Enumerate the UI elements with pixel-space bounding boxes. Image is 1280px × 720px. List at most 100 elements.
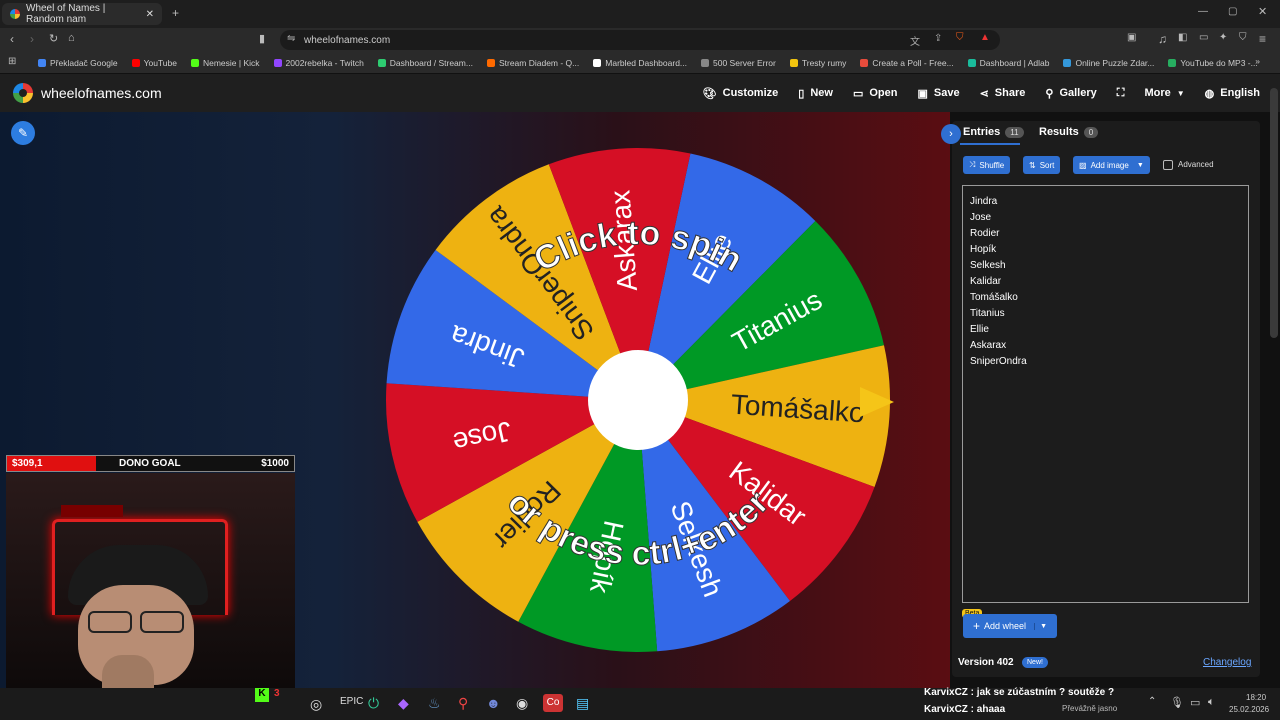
tab-title: Wheel of Names | Random nam bbox=[26, 3, 106, 25]
site-nav: 🎨︎ Customize ▯ New ▭ Open ▣ Save ⋖ Share ⚲ Gal… bbox=[703, 74, 1260, 112]
bookmark-item[interactable]: Dashboard | Adlab bbox=[967, 58, 1049, 68]
taskbar: K 3 ◎ EPIC ⏻ ◆ ♨ ⚲ ☻ ◉ Co ▤ KarvixCZ : j… bbox=[0, 687, 1280, 720]
add-wheel-button[interactable]: + Add wheel ▼ bbox=[963, 614, 1057, 638]
network-icon[interactable]: ▭ bbox=[1190, 696, 1200, 709]
page-scrollbar[interactable] bbox=[1270, 88, 1278, 338]
shuffle-button[interactable]: ⤨ Shuffle bbox=[963, 156, 1011, 174]
site-info-icon[interactable]: ⇋ bbox=[287, 33, 295, 44]
bookmark-favicon-icon bbox=[273, 58, 282, 67]
ai-icon[interactable]: ✦ bbox=[1219, 32, 1227, 43]
bookmark-item[interactable]: Stream Diadem - Q... bbox=[486, 58, 579, 68]
home-icon[interactable]: ⌂ bbox=[68, 32, 75, 44]
bookmark-item[interactable]: Nemesie | Kick bbox=[190, 58, 260, 68]
bookmark-item[interactable]: 500 Server Error bbox=[701, 58, 776, 68]
bookmark-item[interactable]: 2002rebelka - Twitch bbox=[273, 58, 364, 68]
gallery-button[interactable]: ⚲ Gallery bbox=[1045, 87, 1096, 100]
entries-textarea[interactable]: Jindra Jose Rodier Hopík Selkesh Kalidar Tomáš… bbox=[962, 185, 1249, 603]
browser-tab[interactable]: Wheel of Names | Random nam ✕ bbox=[2, 3, 162, 25]
epic-taskbar-icon[interactable]: EPIC bbox=[340, 696, 363, 707]
open-button[interactable]: ▭ Open bbox=[853, 87, 898, 100]
edit-title-button[interactable]: ✎ bbox=[11, 121, 35, 145]
maps-taskbar-icon[interactable]: ⚲ bbox=[458, 695, 468, 712]
share-page-icon[interactable]: ⇪ bbox=[934, 33, 942, 44]
new-tab-icon[interactable]: + bbox=[172, 6, 179, 20]
obs-taskbar-icon[interactable]: ◆ bbox=[398, 695, 409, 712]
entry-line: Tomášalko bbox=[970, 292, 1018, 303]
brave-rewards-icon[interactable]: ▲ bbox=[980, 32, 990, 43]
language-button[interactable]: ◍ English bbox=[1205, 87, 1260, 100]
app-taskbar-icon[interactable]: ⏻ bbox=[368, 695, 379, 712]
reload-icon[interactable]: ↻ bbox=[49, 32, 58, 45]
sort-button[interactable]: ⇅ Sort bbox=[1023, 156, 1061, 174]
translate-icon[interactable]: 文 bbox=[910, 33, 920, 48]
active-tab-indicator bbox=[960, 143, 1020, 145]
bookmark-item[interactable]: Dashboard / Stream... bbox=[377, 58, 473, 68]
add-image-button[interactable]: ▨ Add image ▼ bbox=[1073, 156, 1150, 174]
site-favicon-icon bbox=[10, 9, 20, 19]
fullscreen-button[interactable]: ⛶ bbox=[1117, 87, 1125, 100]
brave-shield-icon[interactable]: ⛉ bbox=[956, 32, 964, 43]
collapse-panel-button[interactable]: › bbox=[941, 124, 961, 144]
close-window-icon[interactable]: ✕ bbox=[1258, 5, 1267, 18]
media-icon[interactable]: ♫ bbox=[1158, 32, 1167, 46]
steam-taskbar-icon[interactable]: ♨ bbox=[428, 695, 441, 712]
new-button[interactable]: ▯ New bbox=[798, 87, 833, 100]
share-button[interactable]: ⋖ Share bbox=[980, 87, 1026, 100]
bookmark-item[interactable]: Marbled Dashboard... bbox=[593, 58, 687, 68]
bookmarks-bar: ⊞ Překladač Google YouTube Nemesie | Kick 2… bbox=[0, 52, 1280, 74]
more-button[interactable]: More ▼ bbox=[1144, 87, 1184, 99]
dono-target: $1000 bbox=[261, 458, 289, 469]
bookmark-item[interactable]: Online Puzzle Zdar... bbox=[1063, 58, 1154, 68]
menu-icon[interactable]: ≡ bbox=[1259, 32, 1266, 46]
maximize-icon[interactable]: ▢ bbox=[1228, 6, 1237, 17]
apps-grid-icon[interactable]: ⊞ bbox=[8, 56, 16, 67]
shuffle-icon: ⤨ bbox=[969, 160, 976, 169]
chrome-taskbar-icon[interactable]: ◎ bbox=[310, 696, 322, 713]
entry-line: Titanius bbox=[970, 308, 1005, 319]
back-icon[interactable]: ‹ bbox=[10, 32, 14, 46]
bookmark-label: Marbled Dashboard... bbox=[605, 57, 688, 68]
entry-line: SniperOndra bbox=[970, 356, 1027, 367]
customize-button[interactable]: 🎨︎ Customize bbox=[703, 87, 779, 100]
webcam-overlay bbox=[6, 473, 295, 688]
notepad-taskbar-icon[interactable]: ▤ bbox=[576, 695, 589, 712]
weather-text: Převážně jasno bbox=[1062, 704, 1118, 713]
wheel[interactable]: EllieTitaniusTomášalkoKalidarSelkeshHopí… bbox=[380, 140, 900, 660]
bookmarks-overflow-icon[interactable]: » bbox=[1255, 56, 1260, 66]
browser-taskbar-icon[interactable]: ◉ bbox=[516, 695, 528, 712]
minimize-icon[interactable]: — bbox=[1198, 6, 1208, 17]
bookmark-item[interactable]: YouTube do MP3 -... bbox=[1168, 58, 1258, 68]
mic-icon[interactable]: 🎙︎ bbox=[1170, 696, 1184, 709]
bookmark-favicon-icon bbox=[1063, 58, 1072, 67]
wallet-icon[interactable]: ▭ bbox=[1199, 32, 1208, 43]
sidebar-icon[interactable]: ◧ bbox=[1178, 32, 1187, 43]
tab-entries[interactable]: Entries 11 bbox=[963, 126, 1024, 138]
tray-chevron-icon[interactable]: ⌃ bbox=[1148, 696, 1156, 707]
bookmark-item[interactable]: Překladač Google bbox=[38, 58, 118, 68]
address-input[interactable]: ⇋ wheelofnames.com 文 ⇪ ⛉ ▲ bbox=[280, 30, 1000, 50]
chat-line-2: KarvixCZ : ahaaa bbox=[924, 704, 1006, 715]
advanced-checkbox[interactable] bbox=[1163, 160, 1173, 170]
bookmark-icon[interactable]: ▮ bbox=[259, 32, 265, 45]
entry-line: Ellie bbox=[970, 324, 989, 335]
site-logo-text[interactable]: wheelofnames.com bbox=[41, 85, 162, 101]
dono-current: $309,1 bbox=[12, 458, 43, 469]
browser-toolbar: ‹ › ↻ ⌂ ▮ ⇋ wheelofnames.com 文 ⇪ ⛉ ▲ ▣ ♫… bbox=[0, 28, 1280, 52]
save-button[interactable]: ▣ Save bbox=[917, 87, 959, 100]
volume-icon[interactable]: 🔈︎ bbox=[1208, 696, 1215, 709]
discord-taskbar-icon[interactable]: ☻ bbox=[486, 695, 501, 711]
close-tab-icon[interactable]: ✕ bbox=[146, 9, 154, 20]
vpn-icon[interactable]: ⛉ bbox=[1239, 32, 1247, 43]
bookmark-label: Překladač Google bbox=[50, 57, 118, 68]
bookmark-item[interactable]: Tresty rumy bbox=[789, 58, 846, 68]
changelog-link[interactable]: Changelog bbox=[1203, 657, 1251, 668]
tab-results[interactable]: Results 0 bbox=[1039, 126, 1099, 138]
forward-icon[interactable]: › bbox=[30, 32, 34, 46]
bookmark-favicon-icon bbox=[486, 58, 495, 67]
bookmark-favicon-icon bbox=[190, 58, 199, 67]
bookmark-label: Create a Poll - Free... bbox=[872, 57, 954, 68]
streamlabs-taskbar-icon[interactable]: Co bbox=[543, 694, 563, 712]
bookmark-item[interactable]: Create a Poll - Free... bbox=[860, 57, 954, 68]
tab-search-icon[interactable]: ▣ bbox=[1127, 32, 1136, 43]
bookmark-item[interactable]: YouTube bbox=[131, 58, 177, 68]
